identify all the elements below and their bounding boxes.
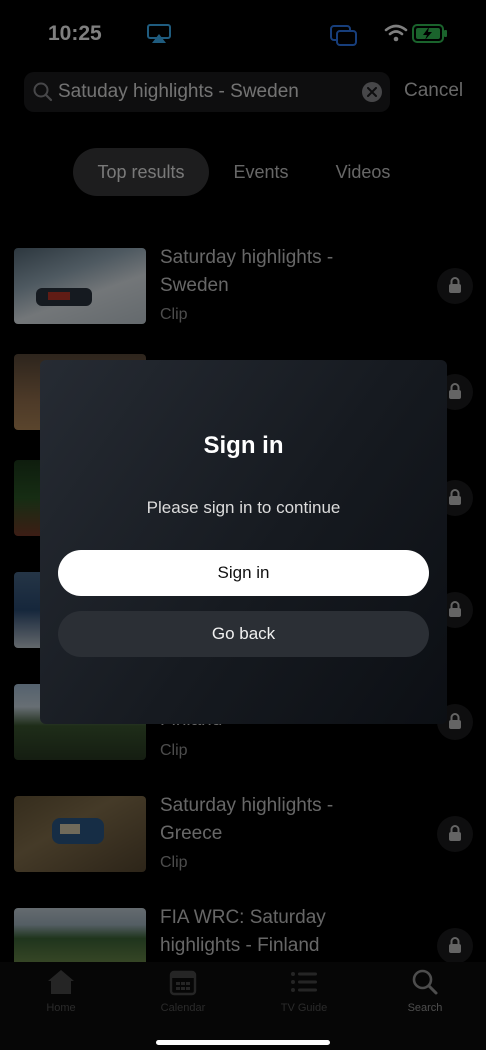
sign-in-dialog: Sign in Please sign in to continue Sign … [40,360,447,724]
dialog-title: Sign in [203,432,284,459]
dialog-message: Please sign in to continue [146,498,341,517]
sign-in-button[interactable]: Sign in [58,550,429,596]
go-back-button[interactable]: Go back [58,611,429,657]
home-indicator [156,1040,330,1045]
